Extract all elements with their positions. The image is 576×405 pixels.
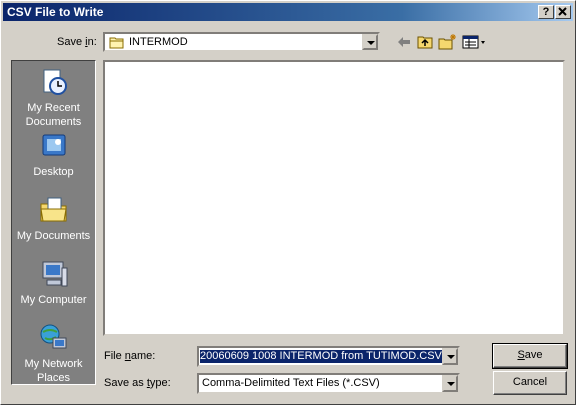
chevron-down-icon[interactable] bbox=[442, 375, 458, 392]
title-bar[interactable]: CSV File to Write ? bbox=[3, 3, 573, 21]
save-button[interactable]: Save bbox=[492, 343, 568, 369]
close-button[interactable] bbox=[555, 5, 571, 19]
place-my-computer[interactable]: My Computer bbox=[12, 258, 95, 307]
desktop-icon bbox=[42, 134, 65, 156]
back-arrow-icon bbox=[398, 37, 410, 47]
save-in-value: INTERMOD bbox=[129, 36, 188, 48]
recent-documents-icon bbox=[43, 69, 67, 95]
save-dialog: CSV File to Write ? Save in: INTERMOD My… bbox=[0, 0, 576, 405]
places-bar: My Recent Documents Desktop My Documents bbox=[11, 60, 96, 385]
window-title: CSV File to Write bbox=[7, 5, 104, 19]
place-label: My Network bbox=[24, 358, 83, 370]
cancel-button[interactable]: Cancel bbox=[493, 371, 567, 395]
file-name-label: File name: bbox=[104, 350, 156, 362]
place-label: My Recent bbox=[27, 102, 80, 114]
back-button[interactable] bbox=[395, 33, 415, 51]
save-as-type-dropdown[interactable]: Comma-Delimited Text Files (*.CSV) bbox=[197, 373, 460, 394]
chevron-down-icon[interactable] bbox=[442, 348, 458, 365]
help-button[interactable]: ? bbox=[538, 5, 554, 19]
file-name-value: 20060609 1008 INTERMOD from TUTIMOD.CSV bbox=[200, 350, 442, 363]
place-desktop[interactable]: Desktop bbox=[12, 130, 95, 179]
place-label: My Documents bbox=[16, 230, 91, 242]
file-name-field[interactable]: 20060609 1008 INTERMOD from TUTIMOD.CSV bbox=[197, 346, 460, 367]
place-label: Documents bbox=[25, 116, 82, 128]
chevron-down-icon[interactable] bbox=[362, 34, 378, 50]
save-as-type-value: Comma-Delimited Text Files (*.CSV) bbox=[202, 377, 380, 389]
place-label: Places bbox=[36, 372, 71, 384]
save-in-dropdown[interactable]: INTERMOD bbox=[103, 32, 380, 52]
place-label: My Computer bbox=[20, 294, 87, 306]
close-icon bbox=[558, 7, 567, 16]
view-menu-button[interactable] bbox=[461, 33, 489, 51]
my-documents-icon bbox=[39, 197, 67, 222]
new-folder-icon bbox=[438, 34, 456, 50]
network-places-icon bbox=[40, 324, 66, 349]
view-menu-icon bbox=[462, 35, 485, 49]
save-in-label: Save in: bbox=[57, 36, 97, 48]
folder-icon bbox=[109, 37, 124, 49]
file-list[interactable] bbox=[103, 60, 565, 336]
up-folder-icon bbox=[417, 36, 433, 49]
place-my-documents[interactable]: My Documents bbox=[12, 194, 95, 243]
my-computer-icon bbox=[42, 261, 67, 287]
new-folder-button[interactable] bbox=[438, 33, 458, 51]
save-as-type-label: Save as type: bbox=[104, 377, 171, 389]
up-folder-button[interactable] bbox=[416, 33, 436, 51]
place-my-recent-documents[interactable]: My Recent Documents bbox=[12, 66, 95, 129]
place-label: Desktop bbox=[33, 166, 74, 178]
place-my-network-places[interactable]: My Network Places bbox=[12, 322, 95, 385]
